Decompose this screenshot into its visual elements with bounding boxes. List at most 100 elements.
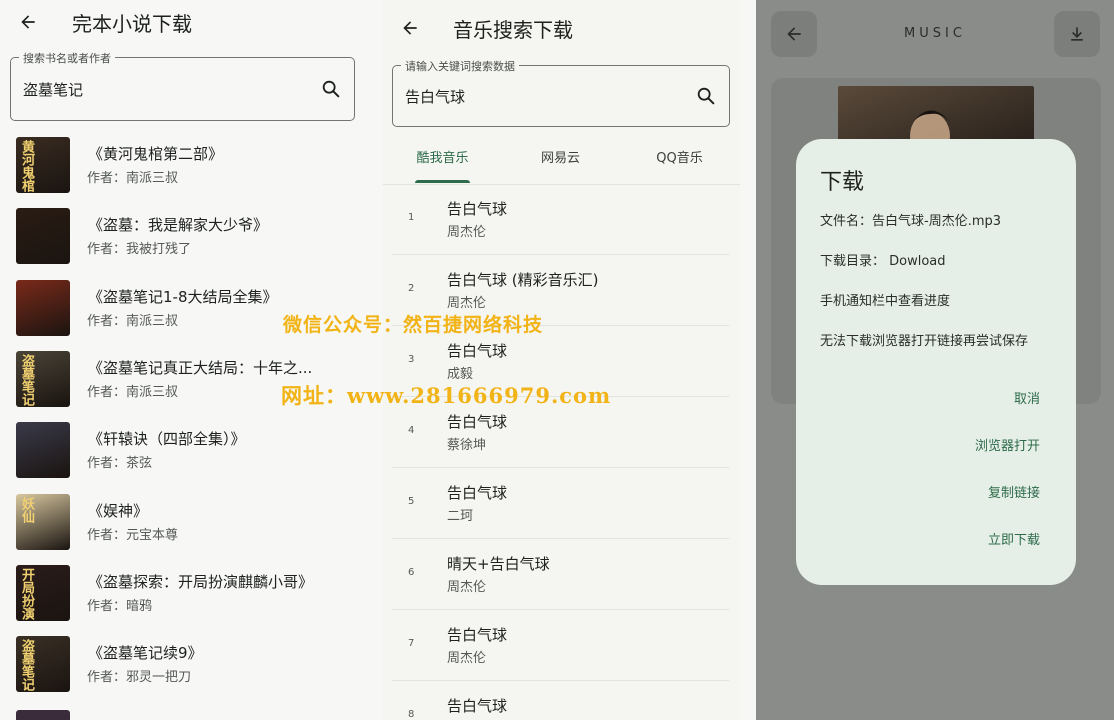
search-input-value[interactable]: 盗墓笔记	[23, 79, 83, 100]
song-list-item[interactable]: 1 告白气球 周杰伦	[392, 184, 729, 255]
song-index: 6	[408, 567, 415, 578]
song-artist: 周杰伦	[447, 651, 487, 666]
search-button[interactable]	[318, 76, 344, 102]
search-icon	[697, 87, 715, 105]
music-search-field[interactable]: 请输入关键词搜索数据 告白气球	[392, 58, 730, 127]
book-title: 《黄河鬼棺第二部》	[88, 145, 224, 163]
book-cover: 妖仙	[16, 493, 70, 550]
book-title: 《盗墓笔记续9》	[88, 644, 203, 663]
download-button[interactable]	[1054, 11, 1100, 57]
book-author: 作者：南派三叔	[87, 313, 179, 329]
book-title: 《盗墓：我是解家大少爷》	[88, 216, 269, 235]
song-artist: 蔡徐坤	[447, 438, 487, 453]
song-list-item[interactable]: 5 告白气球二珂	[392, 468, 729, 539]
music-search-screen: 音乐搜索下载 请输入关键词搜索数据 告白气球 酷我音乐 网易云 QQ音乐 1 告白…	[383, 0, 740, 720]
book-cover	[16, 279, 70, 336]
book-author: 作者：茶弦	[87, 456, 153, 472]
book-list-item[interactable]: 《轩辕诀（四部全集）》 作者：茶弦	[16, 422, 356, 482]
tab-netease[interactable]: 网易云	[501, 140, 620, 184]
song-title: 告白气球 (精彩音乐汇)	[447, 271, 599, 289]
book-cover-text: 开局扮演	[19, 567, 34, 620]
tab-qq-music[interactable]: QQ音乐	[620, 140, 739, 184]
book-title: 《轩辕诀（四部全集）》	[88, 430, 246, 449]
book-list-item[interactable]: 黄河鬼棺 《黄河鬼棺第二部》 作者：南派三叔	[16, 137, 356, 197]
search-icon	[322, 80, 340, 98]
book-cover: 开局扮演	[16, 564, 70, 621]
download-icon	[1071, 27, 1083, 41]
song-title: 晴天+告白气球	[447, 555, 550, 573]
dialog-filename: 文件名：告白气球-周杰伦.mp3	[820, 214, 1002, 229]
book-title: 《盗墓探索：开局扮演麒麟小哥》	[88, 572, 314, 591]
song-index: 7	[408, 638, 415, 649]
song-index: 5	[408, 496, 415, 507]
book-cover-text: 盗墓笔记	[19, 639, 34, 692]
book-author: 作者：邪灵一把刀	[87, 670, 192, 686]
book-cover: 盗墓笔记	[16, 636, 70, 693]
song-index: 8	[408, 709, 415, 720]
song-artist: 周杰伦	[447, 225, 487, 240]
watermark-website: 网址：www.281666979.com	[281, 383, 612, 408]
source-tabs: 酷我音乐 网易云 QQ音乐	[383, 140, 740, 185]
book-title: 《盗墓笔记1-8大结局全集》	[88, 287, 278, 306]
book-author: 作者：我被打残了	[87, 242, 192, 258]
tab-label: 网易云	[540, 151, 580, 166]
book-cover	[16, 422, 70, 479]
song-list-item[interactable]: 6 晴天+告白气球 周杰伦	[392, 539, 729, 610]
download-dialog: 下载 文件名：告白气球-周杰伦.mp3 下载目录： Dowload 手机通知栏中…	[796, 139, 1076, 585]
novel-screen: 完本小说下载 搜索书名或者作者 盗墓笔记 黄河鬼棺 《黄河鬼棺第二部》 作者：南派三…	[0, 0, 368, 720]
download-now-button[interactable]: 立即下载	[988, 529, 1040, 548]
book-list-item[interactable]: 盗墓笔记 《盗墓笔记续9》 作者：邪灵一把刀	[16, 636, 356, 696]
book-author: 作者：南派三叔	[87, 171, 179, 186]
tab-label: QQ音乐	[656, 151, 703, 166]
arrow-back-icon	[403, 21, 417, 35]
song-index: 2	[408, 283, 415, 294]
back-button[interactable]	[398, 16, 422, 40]
book-list-item[interactable]: 《盗墓：我是解家大少爷》 作者：我被打残了	[16, 208, 356, 268]
book-title: 《盗墓笔记真正大结局：十年之...	[88, 358, 313, 377]
song-artist: 周杰伦	[447, 580, 487, 595]
song-list-item[interactable]: 8 告白气球	[392, 681, 729, 720]
page-title: 音乐搜索下载	[453, 17, 573, 42]
book-cover-partial	[16, 710, 70, 720]
book-title: 《娱神》	[88, 501, 149, 520]
back-button[interactable]	[16, 10, 40, 34]
dialog-hint-notification: 手机通知栏中查看进度	[820, 294, 951, 309]
dialog-directory: 下载目录： Dowload	[820, 254, 946, 269]
book-cover: 黄河鬼棺	[16, 137, 70, 193]
book-author: 作者：暗鸦	[87, 598, 153, 614]
search-button[interactable]	[693, 83, 719, 109]
book-list-item[interactable]: 妖仙 《娱神》作者：元宝本尊	[16, 493, 356, 554]
book-cover-text: 黄河鬼棺	[19, 140, 34, 192]
book-author: 作者：南派三叔	[87, 384, 179, 400]
song-title: 告白气球	[447, 484, 508, 502]
song-artist: 周杰伦	[447, 296, 487, 311]
tab-label: 酷我音乐	[416, 151, 469, 166]
song-index: 3	[408, 354, 415, 365]
song-index: 1	[408, 212, 415, 223]
search-input-value[interactable]: 告白气球	[405, 86, 465, 107]
song-title: 告白气球	[447, 626, 508, 644]
dialog-hint-browser: 无法下载浏览器打开链接再尝试保存	[820, 334, 1029, 349]
song-title: 告白气球	[447, 342, 508, 360]
novel-search-field[interactable]: 搜索书名或者作者 盗墓笔记	[10, 50, 355, 121]
search-field-label: 请输入关键词搜索数据	[401, 58, 519, 74]
dialog-title: 下载	[820, 170, 865, 195]
book-cover	[16, 208, 70, 265]
copy-link-button[interactable]: 复制链接	[988, 482, 1040, 501]
song-artist: 二珂	[447, 509, 474, 524]
tab-kuwo[interactable]: 酷我音乐	[383, 140, 502, 184]
song-list-item[interactable]: 7 告白气球周杰伦	[392, 610, 729, 681]
book-list-item[interactable]: 开局扮演 《盗墓探索：开局扮演麒麟小哥》 作者：暗鸦	[16, 564, 356, 625]
book-author: 作者：元宝本尊	[87, 527, 179, 543]
tab-indicator	[415, 180, 470, 183]
player-screen: MUSIC 下载 文件名：告白气球-周杰伦.mp3 下载目录： Dowload …	[756, 0, 1114, 720]
song-title: 告白气球	[447, 697, 508, 715]
cancel-button[interactable]: 取消	[1014, 388, 1040, 407]
song-index: 4	[408, 425, 415, 436]
novel-app-bar: 完本小说下载	[0, 0, 368, 44]
book-cover-text: 盗墓笔记	[19, 353, 34, 406]
open-in-browser-button[interactable]: 浏览器打开	[975, 435, 1040, 454]
book-cover-text: 妖仙	[19, 496, 34, 523]
book-cover: 盗墓笔记	[16, 350, 70, 407]
arrow-back-icon	[21, 15, 35, 29]
